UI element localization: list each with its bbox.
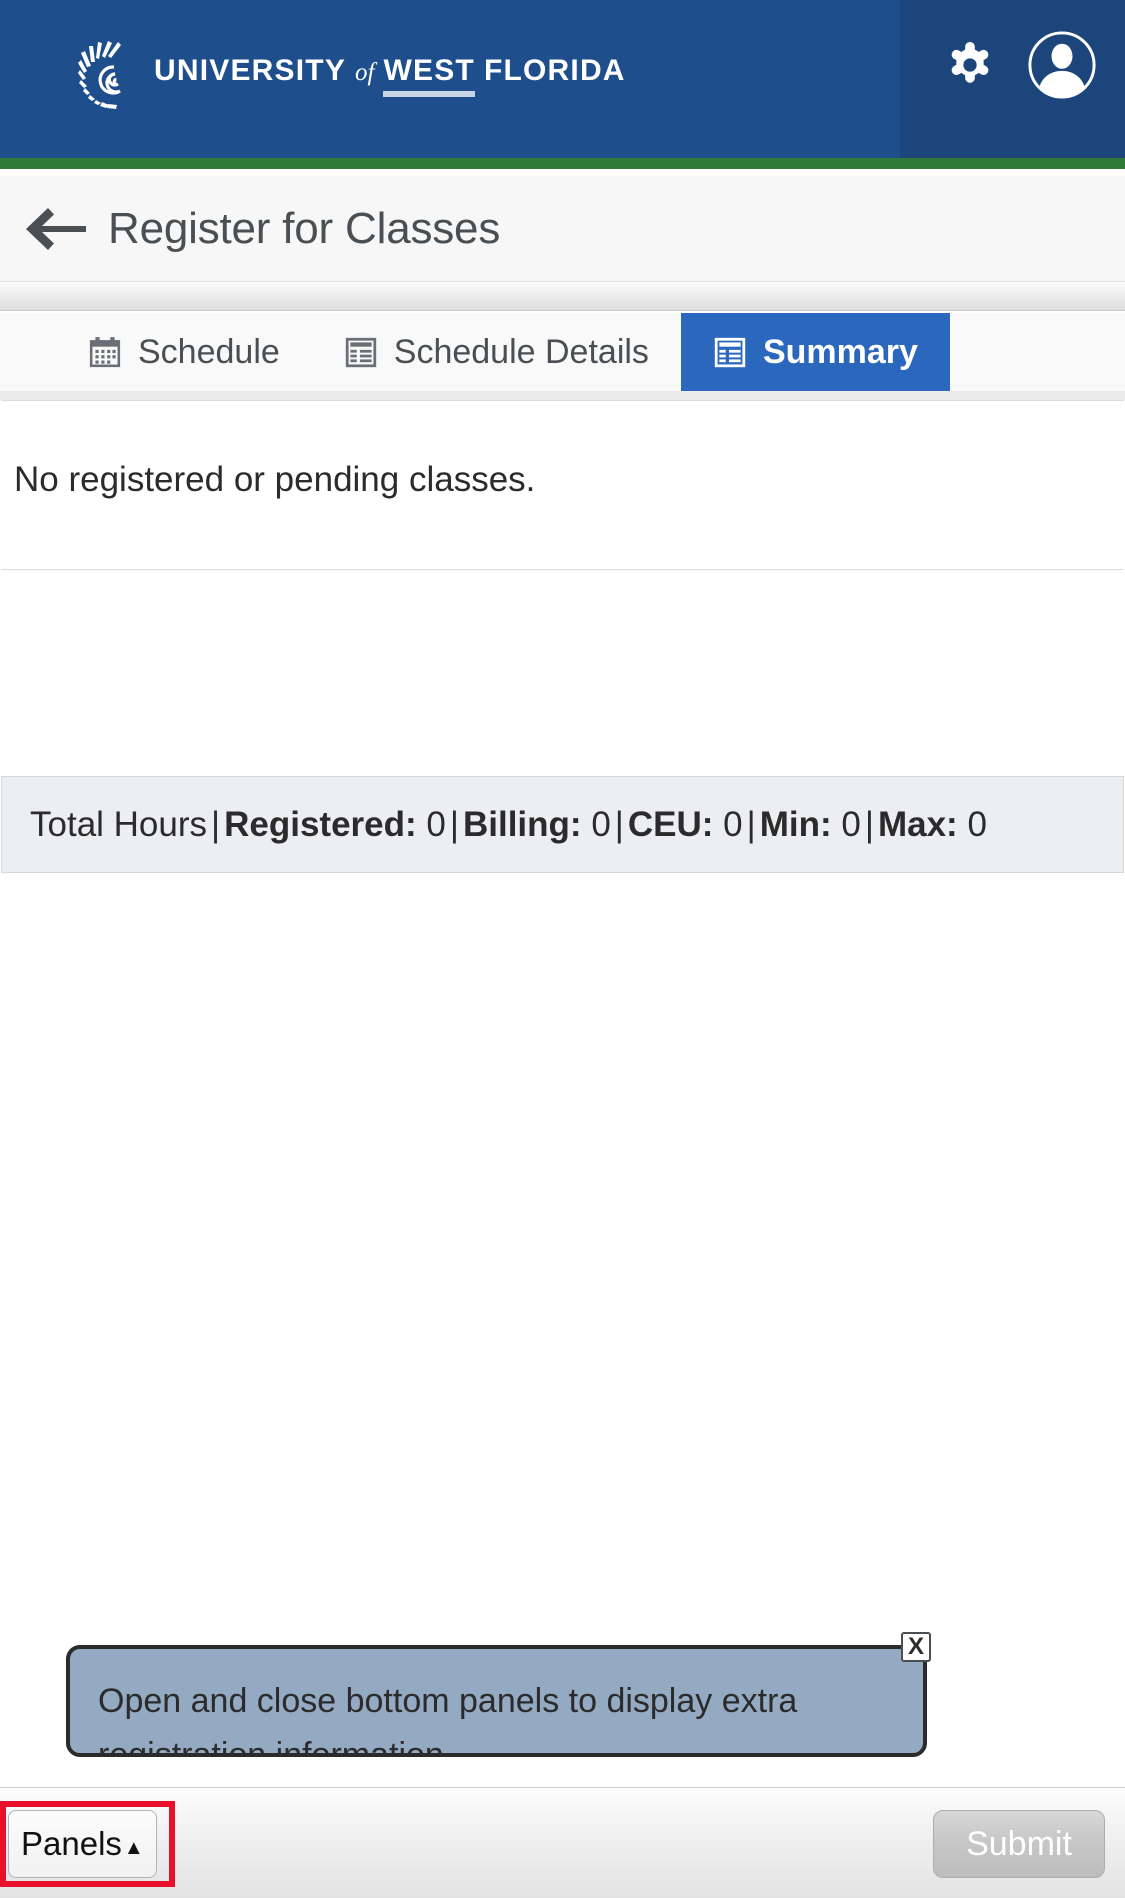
tab-bar-underline — [0, 391, 1125, 400]
totals-min-label: Min: — [759, 804, 832, 844]
panels-tooltip-text: Open and close bottom panels to display … — [98, 1682, 798, 1757]
totals-sep-3: | — [746, 804, 756, 844]
summary-empty-message: No registered or pending classes. — [14, 460, 536, 499]
panels-button-label: Panels — [21, 1825, 122, 1862]
site-header: UNIVERSITY of WEST FLORIDA — [0, 0, 1125, 158]
logo-word-west: WEST — [383, 54, 475, 97]
tab-bar: Schedule Schedule Details Summary — [0, 313, 1125, 391]
totals-min-value: 0 — [841, 804, 861, 844]
back-arrow-icon[interactable] — [26, 205, 88, 253]
panels-button[interactable]: Panels ▲ — [8, 1810, 157, 1878]
table-list-icon — [714, 337, 746, 368]
total-hours-label: Total Hours — [30, 804, 208, 844]
totals-max-value: 0 — [967, 804, 987, 844]
logo-word-florida: FLORIDA — [483, 53, 626, 87]
totals-ceu-label: CEU: — [627, 804, 714, 844]
bottom-action-bar: Panels ▲ Submit — [0, 1787, 1125, 1898]
totals-sep-4: | — [864, 804, 874, 844]
totals-sep-1: | — [449, 804, 459, 844]
tab-schedule[interactable]: Schedule — [0, 313, 312, 391]
tab-summary[interactable]: Summary — [680, 313, 950, 391]
page-title-bar: Register for Classes — [0, 176, 1125, 281]
totals-registered-value: 0 — [426, 804, 446, 844]
title-divider — [0, 281, 1125, 311]
nautilus-shell-icon — [78, 41, 121, 109]
tab-summary-label: Summary — [762, 332, 918, 371]
page-title: Register for Classes — [108, 203, 501, 253]
tab-schedule-details[interactable]: Schedule Details — [312, 313, 681, 391]
chevron-up-icon: ▲ — [123, 1837, 144, 1859]
table-list-icon — [345, 337, 376, 368]
user-avatar-icon[interactable] — [1027, 30, 1097, 100]
header-icon-group — [941, 30, 1097, 100]
totals-registered-label: Registered: — [224, 804, 417, 844]
uwf-logo[interactable]: UNIVERSITY of WEST FLORIDA — [78, 40, 626, 110]
calendar-icon — [89, 337, 121, 368]
gear-icon[interactable] — [941, 36, 999, 94]
panels-tooltip: Open and close bottom panels to display … — [66, 1645, 927, 1757]
uwf-logo-text: UNIVERSITY of WEST FLORIDA — [154, 54, 626, 97]
submit-button[interactable]: Submit — [933, 1810, 1105, 1878]
logo-word-of: of — [355, 58, 375, 86]
totals-sep-2: | — [614, 804, 624, 844]
total-hours-text: Total Hours | Registered: 0 | Billing: 0 | CEU… — [30, 805, 987, 845]
totals-ceu-value: 0 — [723, 804, 743, 844]
summary-panel: No registered or pending classes. — [1, 400, 1124, 570]
header-gap — [0, 169, 1125, 176]
total-hours-bar: Total Hours | Registered: 0 | Billing: 0 | CEU… — [1, 776, 1124, 873]
app-root: UNIVERSITY of WEST FLORIDA Register for … — [0, 0, 1125, 1898]
totals-billing-label: Billing: — [462, 804, 582, 844]
totals-billing-value: 0 — [591, 804, 611, 844]
logo-word-university: UNIVERSITY — [154, 53, 347, 87]
tab-schedule-details-label: Schedule Details — [393, 332, 649, 371]
close-icon[interactable]: X — [901, 1632, 931, 1662]
tab-schedule-label: Schedule — [138, 332, 280, 371]
totals-sep-0: | — [211, 804, 221, 844]
brand-accent-stripe — [0, 158, 1125, 169]
totals-max-label: Max: — [877, 804, 958, 844]
